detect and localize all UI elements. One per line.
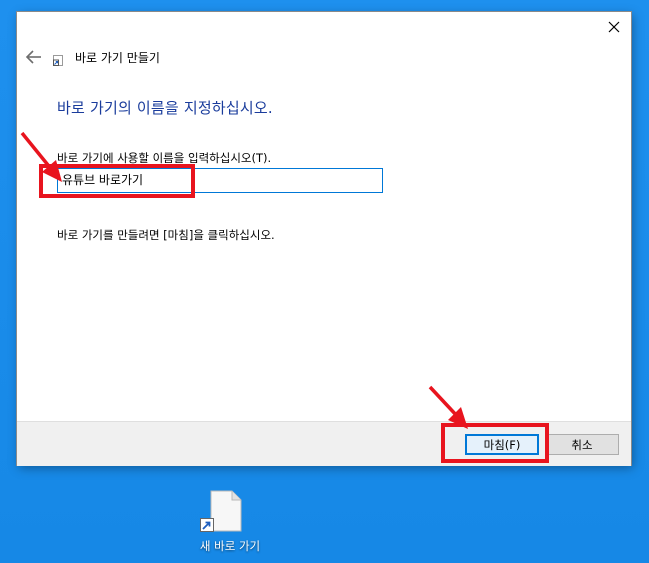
wizard-title: 바로 가기 만들기 — [75, 51, 160, 65]
back-arrow-icon[interactable] — [25, 50, 43, 64]
create-shortcut-dialog: 바로 가기 만들기 바로 가기의 이름을 지정하십시오. 바로 가기에 사용할 … — [17, 12, 631, 466]
page-heading: 바로 가기의 이름을 지정하십시오. — [57, 99, 273, 117]
finish-instructions: 바로 가기를 만들려면 [마침]을 클릭하십시오. — [57, 228, 275, 242]
desktop-shortcut-icon[interactable]: 새 바로 가기 — [186, 488, 274, 558]
close-icon — [608, 21, 620, 33]
finish-button[interactable]: 마침(F) — [465, 434, 539, 455]
shortcut-wizard-icon — [53, 55, 63, 66]
button-bar: 마침(F) 취소 — [17, 421, 631, 466]
cancel-button[interactable]: 취소 — [545, 434, 619, 455]
name-field-label: 바로 가기에 사용할 이름을 입력하십시오(T). — [57, 151, 272, 165]
shortcut-name-input[interactable]: 유튜브 바로가기 — [57, 168, 383, 193]
desktop-icon-label: 새 바로 가기 — [199, 539, 261, 553]
close-button[interactable] — [597, 12, 631, 42]
shortcut-arrow-icon — [200, 518, 214, 532]
shortcut-file-icon — [210, 490, 242, 532]
